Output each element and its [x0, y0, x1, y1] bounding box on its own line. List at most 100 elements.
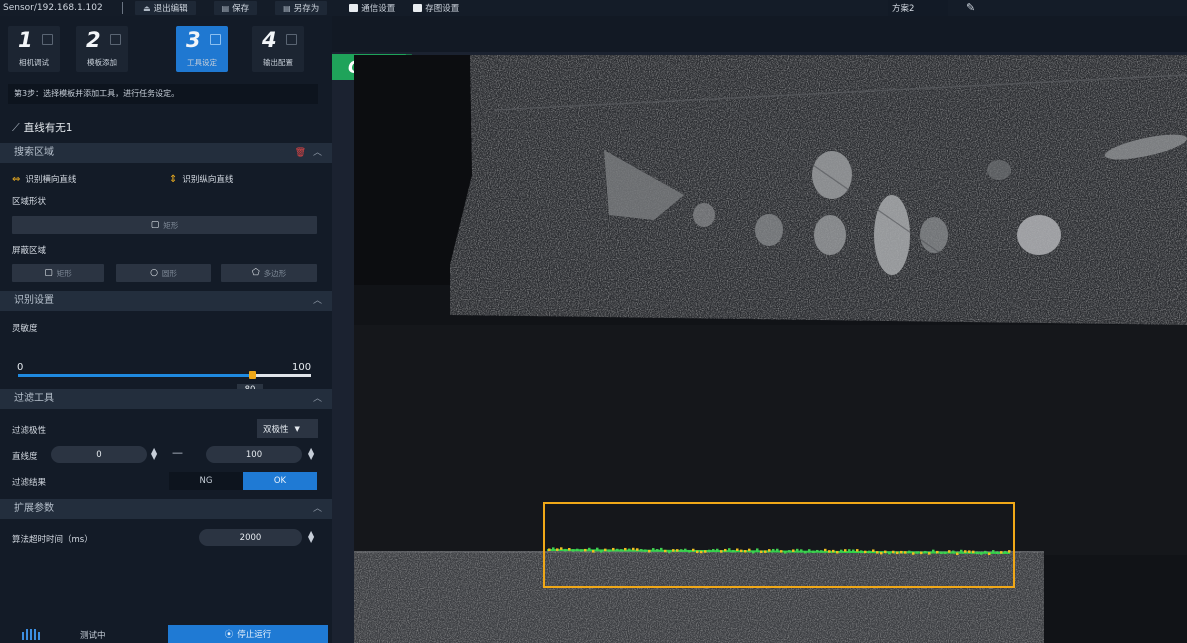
vertical-line-icon: ⇕	[169, 173, 178, 185]
edge-point	[840, 549, 843, 553]
step-label: 工具设定	[187, 58, 217, 67]
edge-point	[988, 552, 991, 556]
edge-point	[564, 548, 567, 552]
edge-point	[632, 547, 635, 551]
straightness-max-input[interactable]: 100	[206, 446, 302, 463]
edge-point	[940, 551, 943, 555]
chevron-up-icon[interactable]: ︿	[313, 143, 322, 163]
mask-polygon-button[interactable]: ⬠ 多边形	[221, 264, 317, 282]
edge-point	[576, 548, 579, 552]
spinner-arrows-icon[interactable]: ▲ ▼	[151, 447, 157, 461]
edge-point	[876, 551, 879, 554]
edge-point	[864, 550, 867, 554]
button-label: 矩形	[56, 268, 72, 278]
step-tab-2[interactable]: 2 模板添加	[76, 26, 128, 72]
edge-point	[596, 547, 599, 551]
straightness-label: 直线度	[12, 452, 38, 462]
device-address: Sensor/192.168.1.102	[3, 3, 103, 13]
input-value: 100	[245, 449, 263, 460]
polarity-select[interactable]: 双极性 ▼	[257, 419, 318, 438]
horizontal-line-icon: ⇔	[12, 173, 21, 185]
line-tool-icon: ⟋	[12, 120, 20, 134]
mask-label: 屏蔽区域	[12, 246, 47, 256]
shape-rect-button[interactable]: ▢ 矩形	[12, 216, 317, 234]
mask-circle-button[interactable]: ○ 圆形	[116, 264, 211, 282]
edge-point	[640, 549, 643, 552]
mask-rect-button[interactable]: ▢ 矩形	[12, 264, 104, 282]
edge-point	[936, 550, 939, 554]
chevron-up-icon[interactable]: ︿	[313, 291, 322, 311]
radio-horizontal-line[interactable]: ⇔ 识别横向直线	[12, 173, 76, 186]
edge-point	[884, 550, 887, 554]
edge-point	[892, 550, 895, 554]
radio-vertical-line[interactable]: ⇕ 识别纵向直线	[169, 173, 233, 186]
chevron-up-icon[interactable]: ︿	[313, 389, 322, 409]
edge-point	[956, 552, 959, 556]
edge-point	[844, 549, 847, 552]
section-search-area[interactable]: 搜索区域 🗑 ︿	[0, 143, 332, 163]
edge-point	[860, 550, 863, 553]
section-filter[interactable]: 过滤工具 ︿	[0, 389, 332, 409]
scheme-selector[interactable]: 方案2	[888, 0, 948, 16]
comm-settings-button[interactable]: 通信设置	[345, 1, 399, 15]
edge-point	[1008, 550, 1011, 553]
tool-title: ⟋ 直线有无1	[12, 120, 72, 135]
edge-point	[984, 550, 987, 554]
edit-scheme-pencil-icon[interactable]: ✎	[966, 1, 975, 14]
sensitivity-label: 灵敏度	[12, 324, 38, 334]
result-ok-option[interactable]: OK	[243, 472, 317, 490]
delete-icon[interactable]: 🗑	[295, 143, 306, 163]
image-settings-label: 存图设置	[425, 4, 460, 14]
save-as-label: 另存为	[293, 4, 320, 14]
step-tab-4[interactable]: 4 输出配置	[252, 26, 304, 72]
edge-point	[728, 548, 731, 551]
camera-image[interactable]	[354, 55, 1187, 643]
image-view[interactable]: OK	[332, 16, 1187, 643]
run-status-bar: 测试中 ⦿ 停止运行	[0, 612, 332, 643]
comm-settings-label: 通信设置	[361, 4, 396, 14]
save-as-button[interactable]: ▤ 另存为	[275, 1, 328, 15]
edge-point	[836, 551, 839, 554]
chevron-up-icon[interactable]: ︿	[313, 499, 322, 519]
save-button[interactable]: ▤ 保存	[213, 1, 258, 15]
stop-run-button[interactable]: ⦿ 停止运行	[168, 625, 328, 643]
section-extended[interactable]: 扩展参数 ︿	[0, 499, 332, 519]
edge-point	[588, 547, 591, 551]
section-recognition[interactable]: 识别设置 ︿	[0, 291, 332, 311]
edge-point	[664, 549, 667, 553]
rectangle-icon: ▢	[44, 268, 53, 278]
edge-point	[648, 549, 651, 553]
edge-point	[828, 550, 831, 553]
edge-point	[736, 548, 739, 551]
slider-handle[interactable]	[249, 371, 257, 379]
image-settings-button[interactable]: 存图设置	[409, 1, 463, 15]
exit-edit-button[interactable]: ⏏ 退出编辑	[135, 1, 196, 15]
step-tab-1[interactable]: 1 相机调试	[8, 26, 60, 72]
edge-point	[652, 548, 655, 551]
edge-point	[1000, 551, 1003, 554]
edge-point	[592, 550, 595, 553]
edge-point	[636, 548, 639, 551]
result-ng-option[interactable]: NG	[169, 472, 243, 490]
edge-point	[880, 551, 883, 555]
save-label: 保存	[232, 4, 250, 14]
timeout-input[interactable]: 2000	[199, 529, 302, 546]
edge-point	[720, 550, 723, 553]
spinner-arrows-icon[interactable]: ▲ ▼	[308, 530, 314, 544]
camera-icon	[42, 34, 53, 45]
edge-point	[800, 549, 803, 552]
input-value: 2000	[239, 532, 262, 543]
edge-point	[948, 550, 951, 553]
save-as-icon: ▤	[283, 3, 291, 13]
step-number: 1	[18, 28, 33, 52]
edge-point	[872, 549, 875, 552]
straightness-min-input[interactable]: 0	[51, 446, 147, 463]
edge-point	[796, 548, 799, 552]
spinner-arrows-icon[interactable]: ▲ ▼	[308, 447, 314, 461]
stop-icon: ⦿	[224, 630, 234, 640]
step-tab-3[interactable]: 3 工具设定	[176, 26, 228, 72]
view-header	[332, 16, 1187, 52]
sensitivity-slider[interactable]	[18, 371, 311, 379]
edge-point	[612, 547, 615, 551]
edge-point	[584, 548, 587, 552]
